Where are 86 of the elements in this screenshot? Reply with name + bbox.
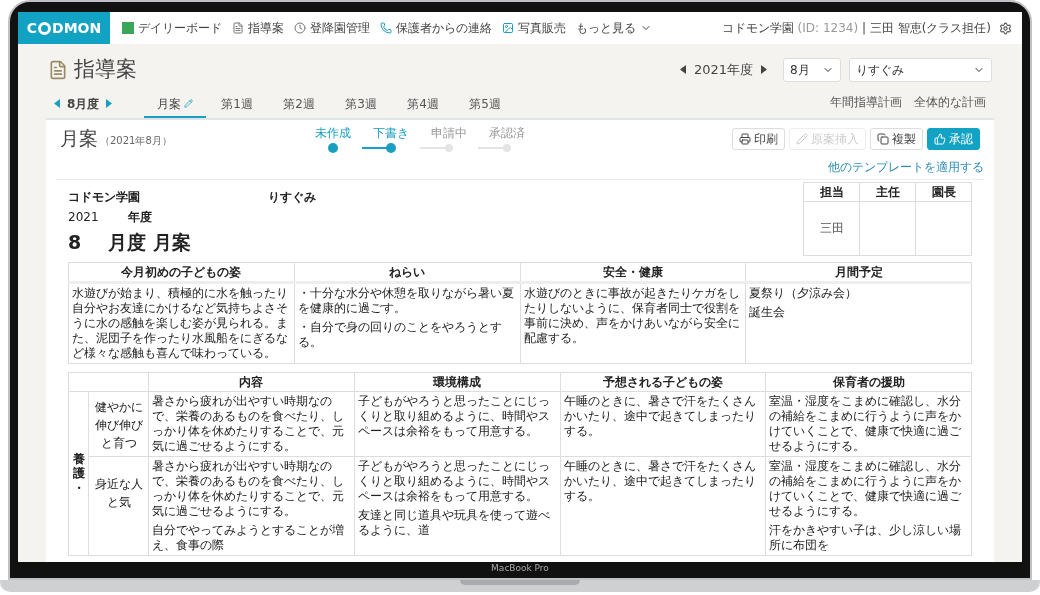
clock-icon [294,22,306,34]
school-name: コドモン学園 [68,188,141,206]
cell-text: ・十分な水分や休憩を取りながら暑い夏を健康的に過ごす。 [297,286,515,316]
row-label: 健やかに伸び伸びと育つ [94,400,143,450]
logo-ring-icon [38,21,52,35]
template-link[interactable]: 他のテンプレートを適用する [828,157,984,176]
document-icon [232,22,244,34]
stamp-cell [859,201,916,256]
column-header: 安全・健康 [520,262,746,283]
copy-icon [877,132,889,145]
step-label: 未作成 [314,124,351,142]
phone-icon [380,22,392,34]
cell-text: 誕生会 [749,305,787,320]
cell-text: 自分でやってみようとすることが増え、食事の際 [152,523,345,553]
column-header: 保育者の援助 [765,372,972,392]
toolbar-button[interactable]: 複製 [870,127,923,150]
year-label: 2021年度 [693,61,753,79]
stamp-cell: 三田 [803,201,860,256]
pencil-icon [184,99,193,108]
column-header: 予想される子どもの姿 [560,372,766,392]
plan-subtitle: （2021年8月） [100,134,172,148]
cell-text: ・自分で身の回りのことをやろうとする。 [297,320,503,350]
plan-title: 月案 [60,126,98,152]
tab[interactable]: 第1週 [206,91,268,118]
row-label: 身近な人と気 [94,477,143,509]
left-triangle-icon[interactable] [679,65,686,75]
cell-text: 暑さから疲れが出やすい時期なので、栄養のあるものを食べたり、しっかり体を休めたりすることで、元気に過ごせるようにする。 [152,394,345,454]
cell-text: 汗をかきやすい子は、少し涼しい場所に布団を [769,523,963,553]
right-triangle-icon[interactable] [761,65,767,75]
tab[interactable]: 第5週 [454,91,516,118]
step-label: 承認済 [488,124,525,142]
year-unit: 年度 [128,208,152,226]
logo-text: DMON [52,18,102,38]
period-label: 8月度 [67,95,100,113]
month-value: 8 [68,229,83,255]
page-title: 指導案 [74,56,137,83]
year-value: 2021 [68,208,100,226]
column-header: 月間予定 [745,262,972,283]
account-label[interactable]: コドモン学園 (ID: 1234) | 三田 智恵(クラス担任) [721,19,991,37]
nav-link[interactable]: 写真販売 [502,19,566,37]
cell-text: 午睡のときに、暑さで汗をたくさんかいたり、途中で起きてしまったりする。 [563,459,757,504]
document-icon [48,59,68,80]
class-select[interactable]: りすぐみ [849,57,992,82]
category-label: 養護・ [72,451,85,496]
laptop-label: MacBook Pro [491,563,549,573]
plan-link[interactable]: 全体的な計画 [914,92,986,111]
class-name: りすぐみ [268,188,316,206]
nav-link[interactable]: 保護者からの連絡 [380,19,492,37]
column-header: ねらい [294,262,520,283]
stamp-header: 担当 [803,182,860,201]
cell-text: 水遊びのときに事故が起きたりケガをしたりしないように、保育者同士で役割を事前に決め、声をかけあいながら安全に配慮する。 [523,286,741,346]
logo-text: C [26,18,38,38]
column-header: 今月初めの子どもの姿 [68,262,295,283]
nav-link[interactable]: デイリーボード [122,19,222,37]
tab[interactable]: 第4週 [392,91,454,118]
board-icon [122,22,134,34]
cell-text: 夏祭り（夕涼み会） [749,286,859,301]
pencil-icon [796,132,808,145]
cell-text: 子どもがやろうと思ったことにじっくりと取り組めるように、時間やスペースは余裕をもって用意する。 [357,459,551,504]
month-select[interactable]: 8月 [783,57,841,82]
stamp-cell [915,201,972,256]
thumbs-up-icon [934,132,946,145]
cell-text: 子どもがやろうと思ったことにじっくりと取り組めるように、時間やスペースは余裕をもって用意する。 [357,394,551,439]
nav-link[interactable]: もっと見る [576,19,652,37]
cell-text: 室温・湿度をこまめに確認し、水分の補給をこまめに行うように声をかけていくことで、健康で快適に過ごせるようにする。 [769,459,963,519]
plan-link[interactable]: 年間指導計画 [830,92,902,111]
cell-text: 暑さから疲れが出やすい時期なので、栄養のあるものを食べたり、しっかり体を休めたりすることで、元気に過ごせるようにする。 [152,459,345,519]
settings-icon[interactable] [999,21,1012,35]
cell-text: 水遊びが始まり、積極的に水を触ったり自分やお友達にかけるなど気持ちよさそうに水の感触を楽しむ姿が見られる。また、泥団子を作ったり水風船をにぎるなど様々な感触も喜んで味わっている。 [72,286,289,361]
tab[interactable]: 第3週 [330,91,392,118]
nav-link[interactable]: 指導案 [232,19,284,37]
image-icon [502,22,514,34]
toolbar-button[interactable]: 印刷 [732,127,785,150]
stamp-header: 園長 [915,182,972,201]
cell-text: 午睡のときに、暑さで汗をたくさんかいたり、途中で起きてしまったりする。 [563,394,757,439]
stamp-header: 主任 [859,182,916,201]
step-label: 申請中 [430,124,467,142]
column-header: 環境構成 [354,372,560,392]
nav-link[interactable]: 登降園管理 [294,19,370,37]
column-header: 内容 [148,372,355,392]
printer-icon [739,132,751,145]
step-label: 下書き [372,124,409,142]
cell-text: 室温・湿度をこまめに確認し、水分の補給をこまめに行うように声をかけていくことで、健康で快適に過ごせるようにする。 [769,394,963,454]
tab[interactable]: 第2週 [268,91,330,118]
document-title: 月度 月案 [108,229,191,255]
cell-text: 友達と同じ道具や玩具を使って遊べるように、道 [357,508,551,538]
